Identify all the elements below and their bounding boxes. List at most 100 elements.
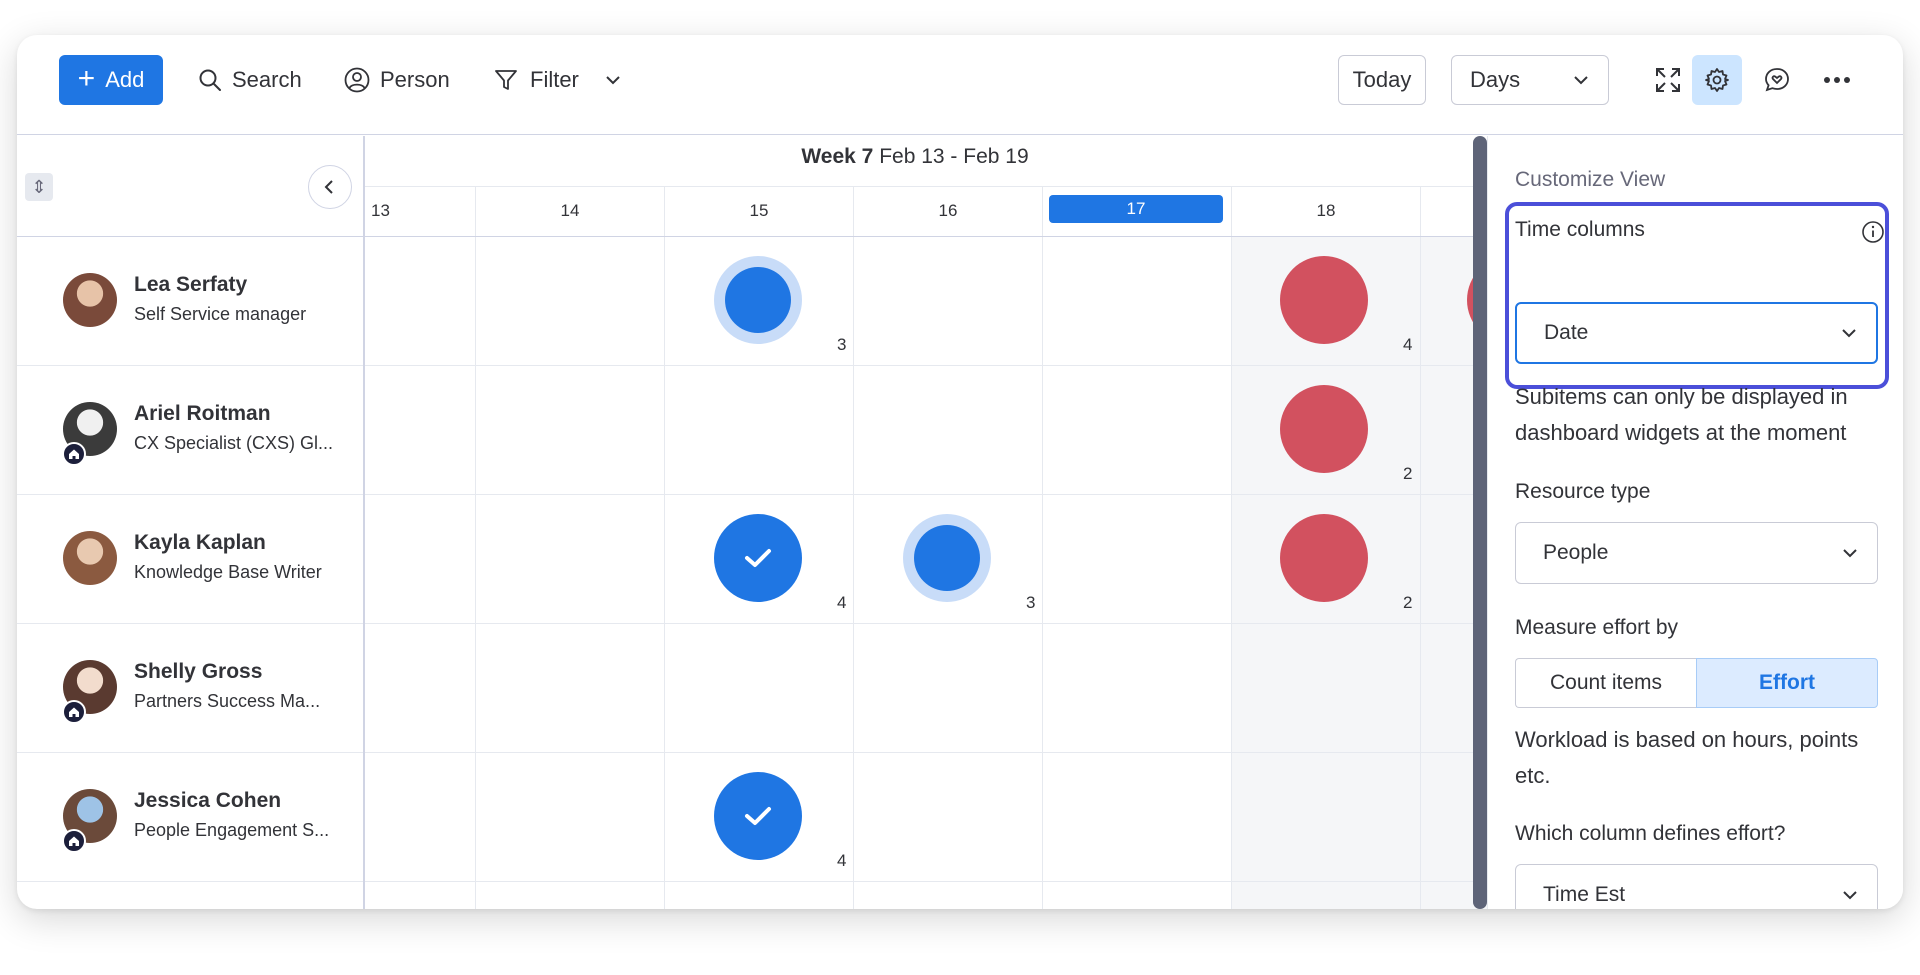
filter-options-button[interactable] [604, 60, 622, 100]
chat-heart-icon [1765, 68, 1789, 92]
person-row[interactable]: Lea Serfaty Self Service manager [17, 237, 363, 365]
day-column-divider [1420, 186, 1421, 909]
time-columns-select[interactable]: Date [1515, 302, 1878, 364]
gear-icon [1705, 68, 1729, 92]
person-icon [344, 67, 370, 93]
settings-button[interactable] [1692, 55, 1742, 105]
person-role: Knowledge Base Writer [134, 562, 322, 582]
day-column-divider [1042, 186, 1043, 909]
resource-type-value: People [1543, 541, 1609, 564]
person-role: People Engagement S... [134, 820, 330, 840]
avatar[interactable] [63, 273, 117, 327]
item-count: 4 [837, 851, 847, 870]
day-header-18: 18 [1316, 201, 1336, 220]
measure-effort-toggle: Count items Effort [1515, 658, 1878, 708]
day-column-divider [1231, 186, 1232, 909]
more-icon [1824, 77, 1850, 83]
home-badge-icon [62, 700, 86, 724]
item-count: 2 [1403, 464, 1413, 483]
measure-effort-label: Measure effort by [1515, 616, 1679, 639]
effort-column-label: Which column defines effort? [1515, 822, 1786, 845]
feedback-button[interactable] [1752, 55, 1802, 105]
search-button[interactable]: Search [198, 60, 302, 100]
info-icon[interactable] [1861, 220, 1885, 244]
person-name: Lea Serfaty [134, 273, 248, 296]
item-count: 4 [837, 593, 847, 612]
day-column-divider [853, 186, 854, 909]
week-label: Week 7 Feb 13 - Feb 19 [365, 145, 1465, 169]
item-count: 3 [1026, 593, 1036, 612]
add-button[interactable]: + Add [59, 55, 163, 105]
workload-overload-indicator[interactable] [1280, 256, 1368, 344]
chevron-down-icon [606, 76, 620, 85]
person-role: Partners Success Ma... [134, 691, 321, 711]
person-name: Jessica Cohen [134, 789, 282, 812]
day-column-divider [664, 186, 665, 909]
today-label: Today [1352, 67, 1412, 92]
workload-complete-indicator[interactable] [714, 514, 802, 602]
chevron-down-icon [1842, 329, 1856, 338]
week-number: Week 7 [801, 145, 874, 168]
person-role: Self Service manager [134, 304, 307, 324]
horizontal-scrollbar[interactable] [1473, 136, 1487, 909]
workload-window: + Add Search Person Filter Today Days ⇕ … [17, 35, 1903, 909]
effort-column-value: Time Est [1543, 883, 1626, 906]
effort-column-select[interactable]: Time Est [1515, 864, 1878, 909]
home-badge-icon [62, 442, 86, 466]
fullscreen-button[interactable] [1643, 55, 1693, 105]
workload-complete-indicator[interactable] [714, 772, 802, 860]
workload-overload-indicator[interactable] [1280, 514, 1368, 602]
chevron-down-icon [1843, 891, 1857, 900]
avatar[interactable] [63, 531, 117, 585]
week-range: Feb 13 - Feb 19 [879, 145, 1029, 168]
toolbar: + Add Search Person Filter Today Days [17, 35, 1903, 135]
day-header-14: 14 [560, 201, 580, 220]
more-options-button[interactable] [1812, 55, 1862, 105]
person-name: Ariel Roitman [134, 402, 271, 425]
person-label: Person [380, 67, 450, 92]
customize-view-panel: Customize View Time columns Date Subitem… [1487, 136, 1903, 909]
person-row[interactable]: Ariel Roitman CX Specialist (CXS) Gl... [17, 366, 363, 494]
person-name: Kayla Kaplan [134, 531, 266, 554]
checkmark-icon [745, 807, 771, 825]
subitems-note: Subitems can only be displayed in dashbo… [1515, 384, 1848, 445]
expand-icon [1656, 68, 1680, 92]
chevron-down-icon [1574, 76, 1588, 85]
today-button[interactable]: Today [1338, 55, 1426, 105]
item-count: 3 [837, 335, 847, 354]
search-icon [199, 69, 221, 91]
effort-option[interactable]: Effort [1696, 658, 1878, 708]
view-scale-select[interactable]: Days [1451, 55, 1609, 105]
collapse-button[interactable] [308, 165, 352, 209]
filter-button[interactable]: Filter [494, 60, 579, 100]
panel-title: Customize View [1515, 168, 1666, 191]
day-header-13: 13 [371, 201, 390, 220]
person-row[interactable]: Kayla Kaplan Knowledge Base Writer [17, 495, 363, 623]
person-row[interactable]: Jessica Cohen People Engagement S... [17, 753, 363, 881]
person-row[interactable]: Shelly Gross Partners Success Ma... [17, 624, 363, 752]
people-column-divider [363, 136, 365, 909]
count-items-option[interactable]: Count items [1515, 658, 1696, 708]
checkmark-icon [745, 549, 771, 567]
row-divider [17, 881, 1487, 882]
item-count: 4 [1403, 335, 1413, 354]
day-header-15: 15 [749, 201, 769, 220]
home-badge-icon [62, 829, 86, 853]
resource-type-select[interactable]: People [1515, 522, 1878, 584]
day-column-divider [475, 186, 476, 909]
sort-handle-icon[interactable]: ⇕ [25, 173, 53, 201]
workload-indicator[interactable] [725, 267, 791, 333]
person-filter-button[interactable]: Person [344, 60, 450, 100]
add-button-label: Add [105, 67, 145, 92]
time-columns-value: Date [1544, 321, 1589, 344]
day-header-16: 16 [938, 201, 958, 220]
filter-icon [495, 70, 517, 90]
plus-icon: + [77, 61, 96, 95]
resource-type-label: Resource type [1515, 480, 1651, 503]
time-columns-label: Time columns [1515, 218, 1645, 241]
person-name: Shelly Gross [134, 660, 263, 683]
chevron-down-icon [1843, 549, 1857, 558]
person-role: CX Specialist (CXS) Gl... [134, 433, 334, 453]
workload-indicator[interactable] [914, 525, 980, 591]
workload-overload-indicator[interactable] [1280, 385, 1368, 473]
